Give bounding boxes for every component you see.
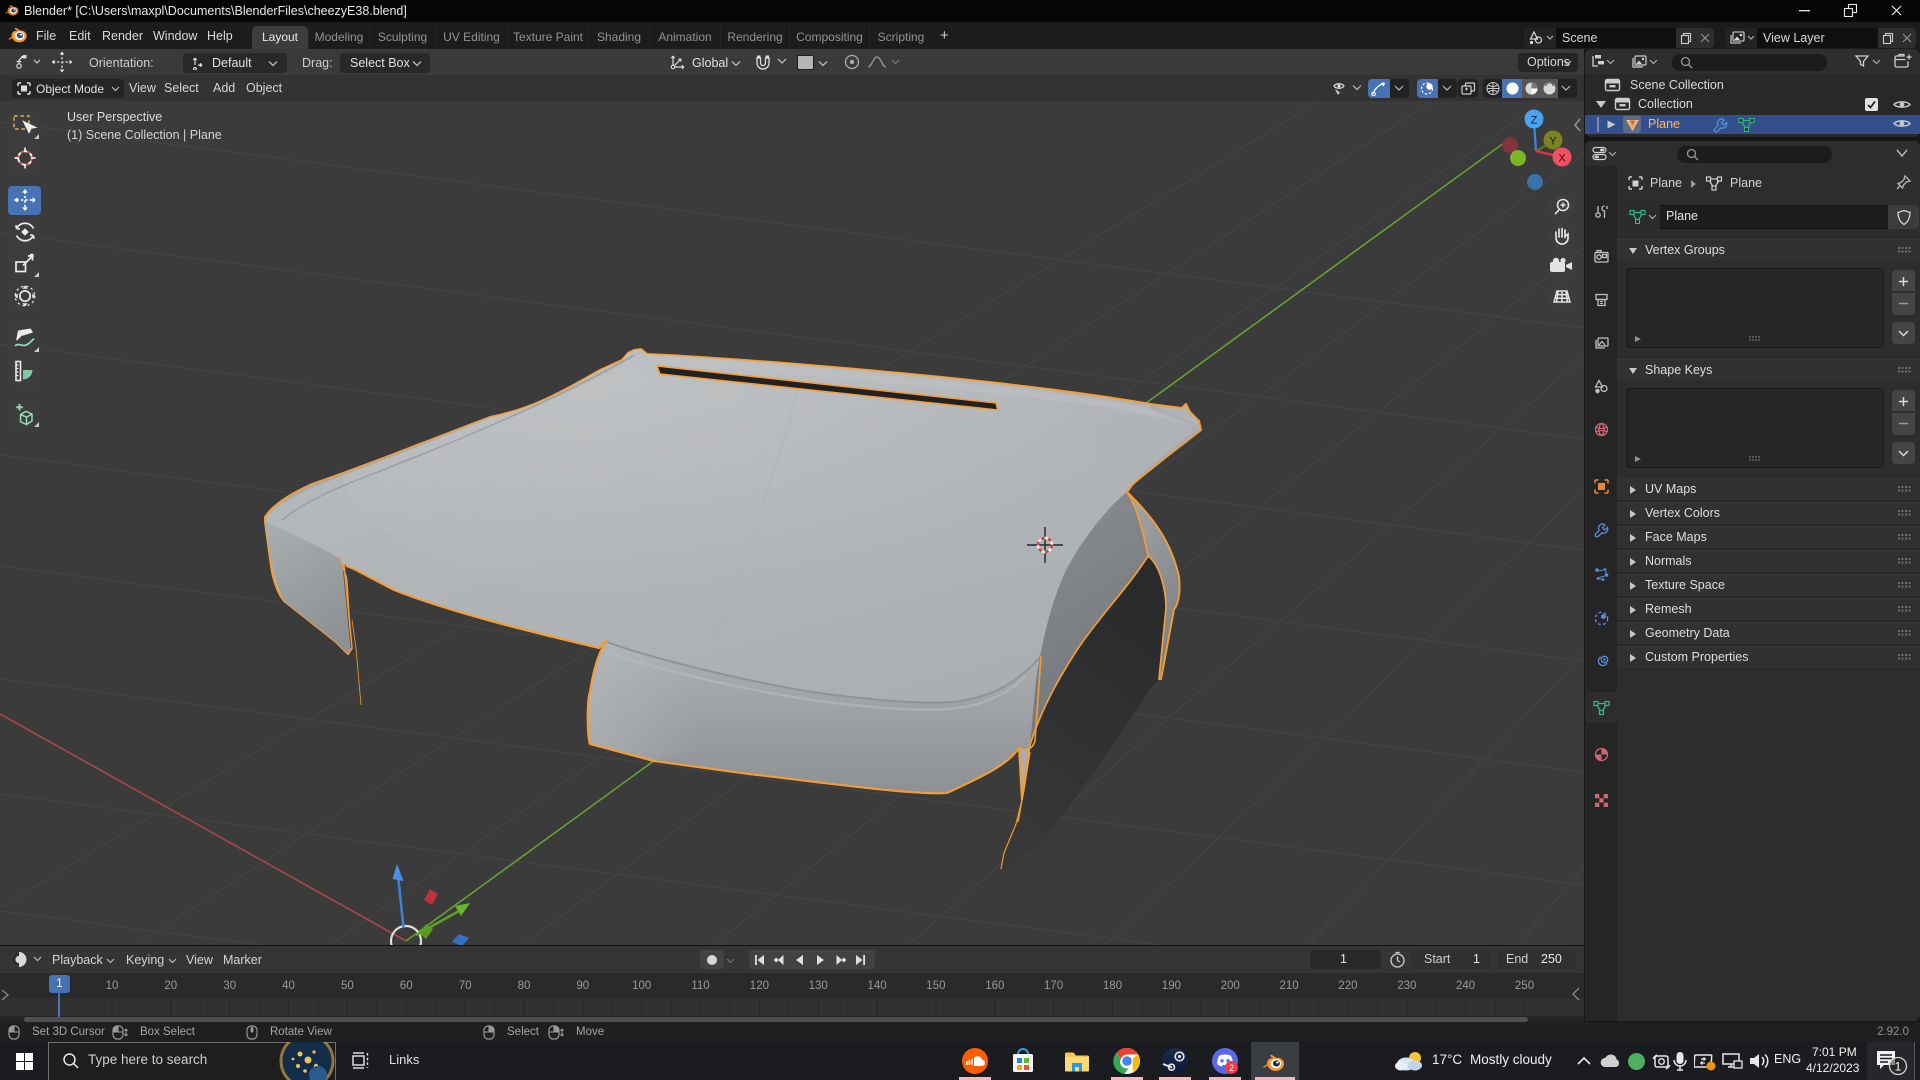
svg-text:Y: Y [1549,136,1557,148]
svg-text:110: 110 [691,980,709,992]
svg-text:170: 170 [1044,980,1063,992]
svg-text:10: 10 [106,980,119,992]
svg-text:90: 90 [576,980,589,992]
svg-text:User Perspective: User Perspective [67,110,162,124]
svg-text:250: 250 [1515,980,1534,992]
svg-text:80: 80 [518,980,531,992]
svg-text:(1) Scene Collection | Plane: (1) Scene Collection | Plane [67,128,222,142]
svg-text:150: 150 [926,980,945,992]
svg-text:180: 180 [1103,980,1122,992]
svg-text:210: 210 [1280,980,1299,992]
svg-text:2: 2 [1229,1063,1234,1073]
svg-text:X: X [1558,153,1566,165]
svg-text:100: 100 [632,980,651,992]
svg-text:140: 140 [868,980,887,992]
svg-text:240: 240 [1456,980,1475,992]
svg-text:1: 1 [1895,1060,1902,1074]
svg-text:Z: Z [1531,115,1538,127]
svg-text:220: 220 [1338,980,1357,992]
svg-text:230: 230 [1397,980,1416,992]
svg-text:60: 60 [400,980,413,992]
svg-text:30: 30 [223,980,236,992]
svg-text:200: 200 [1221,980,1240,992]
svg-text:20: 20 [164,980,177,992]
svg-text:130: 130 [809,980,828,992]
svg-text:50: 50 [341,980,354,992]
svg-text:120: 120 [750,980,769,992]
svg-text:190: 190 [1162,980,1181,992]
svg-text:40: 40 [282,980,295,992]
svg-text:70: 70 [459,980,472,992]
svg-text:160: 160 [985,980,1004,992]
